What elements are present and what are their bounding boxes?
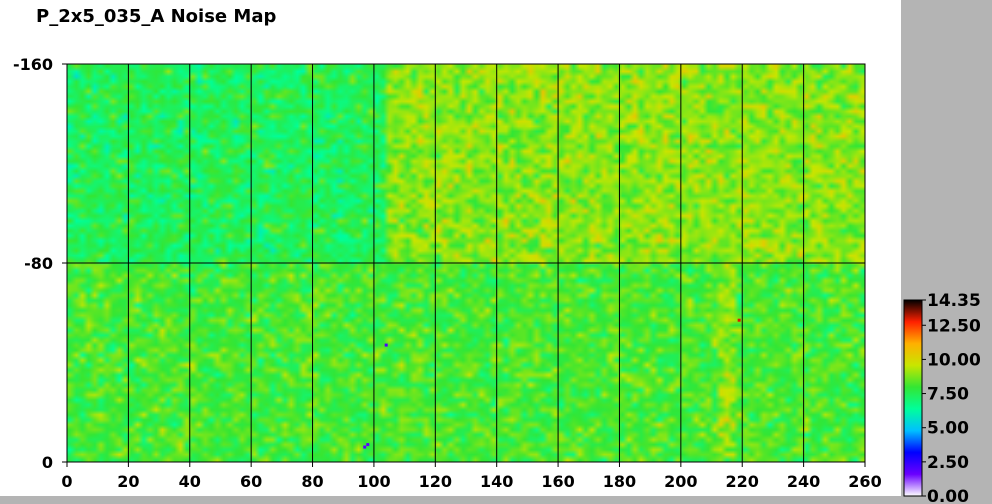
- x-tick-label: 0: [61, 472, 72, 491]
- outlier-pixel: [366, 443, 370, 447]
- colorbar-label: 12.50: [927, 316, 981, 336]
- colorbar: 14.35 12.50 10.00 7.50 5.00 2.50 0.00: [903, 291, 981, 504]
- outlier-pixel: [384, 343, 388, 347]
- colorbar-gradient: [903, 299, 923, 497]
- x-tick-label: 240: [787, 472, 820, 491]
- y-tick-label: 0: [42, 453, 53, 472]
- x-tick-label: 180: [603, 472, 636, 491]
- x-tick-labels: 0 20 40 60 80 100 120 140 160 180 200 220 240 260: [61, 472, 881, 491]
- colorbar-label: 0.00: [927, 487, 969, 504]
- y-tick-label: -160: [13, 55, 53, 74]
- x-tick-label: 220: [726, 472, 759, 491]
- x-tick-label: 20: [117, 472, 139, 491]
- x-tick-label: 120: [419, 472, 452, 491]
- x-tick-label: 100: [357, 472, 390, 491]
- outlier-pixel: [737, 318, 741, 322]
- noise-map-chart: 0 20 40 60 80 100 120 140 160 180 200 220 240 260 0 -8…: [13, 55, 981, 504]
- outlier-pixel: [363, 445, 367, 449]
- x-tick-label: 160: [541, 472, 574, 491]
- x-tick-label: 260: [848, 472, 881, 491]
- colorbar-label: 2.50: [927, 453, 969, 473]
- y-tick-labels: 0 -80 -160: [13, 55, 53, 472]
- x-tick-label: 80: [301, 472, 323, 491]
- x-tick-label: 60: [240, 472, 262, 491]
- x-tick-label: 140: [480, 472, 513, 491]
- colorbar-label: 14.35: [927, 291, 981, 311]
- colorbar-label: 10.00: [927, 350, 981, 370]
- colorbar-label: 5.00: [927, 419, 969, 439]
- x-tick-label: 40: [179, 472, 201, 491]
- x-tick-label: 200: [664, 472, 697, 491]
- colorbar-label: 7.50: [927, 385, 969, 405]
- y-tick-label: -80: [24, 254, 53, 273]
